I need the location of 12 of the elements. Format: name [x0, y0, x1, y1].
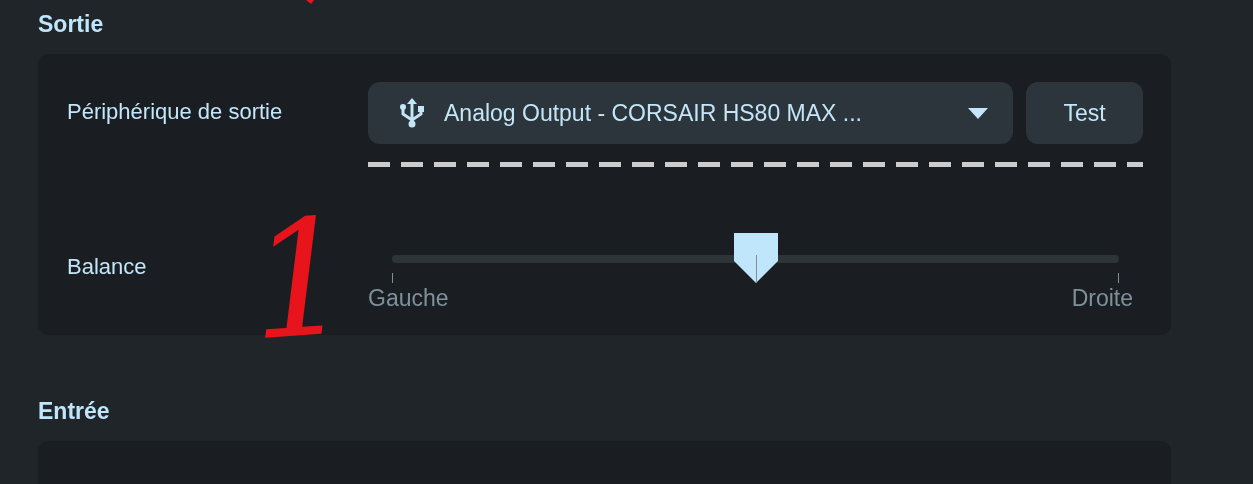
- slider-min-label: Gauche: [368, 285, 449, 312]
- usb-icon: [398, 98, 426, 128]
- section-title: Sortie: [38, 12, 105, 36]
- field-label: Périphérique de sortie: [67, 99, 284, 125]
- slider-max-label: Droite: [1071, 285, 1133, 312]
- annotation-number: 1: [243, 186, 358, 374]
- section-title: Entrée: [38, 399, 111, 423]
- annotation-stroke: [306, 0, 314, 4]
- device-dropdown[interactable]: Analog Output - CORSAIR HS80 MAX ...: [368, 82, 1013, 144]
- test-button[interactable]: Test: [1026, 82, 1143, 144]
- caret-icon: [968, 107, 988, 119]
- slider-thumb[interactable]: [733, 233, 778, 283]
